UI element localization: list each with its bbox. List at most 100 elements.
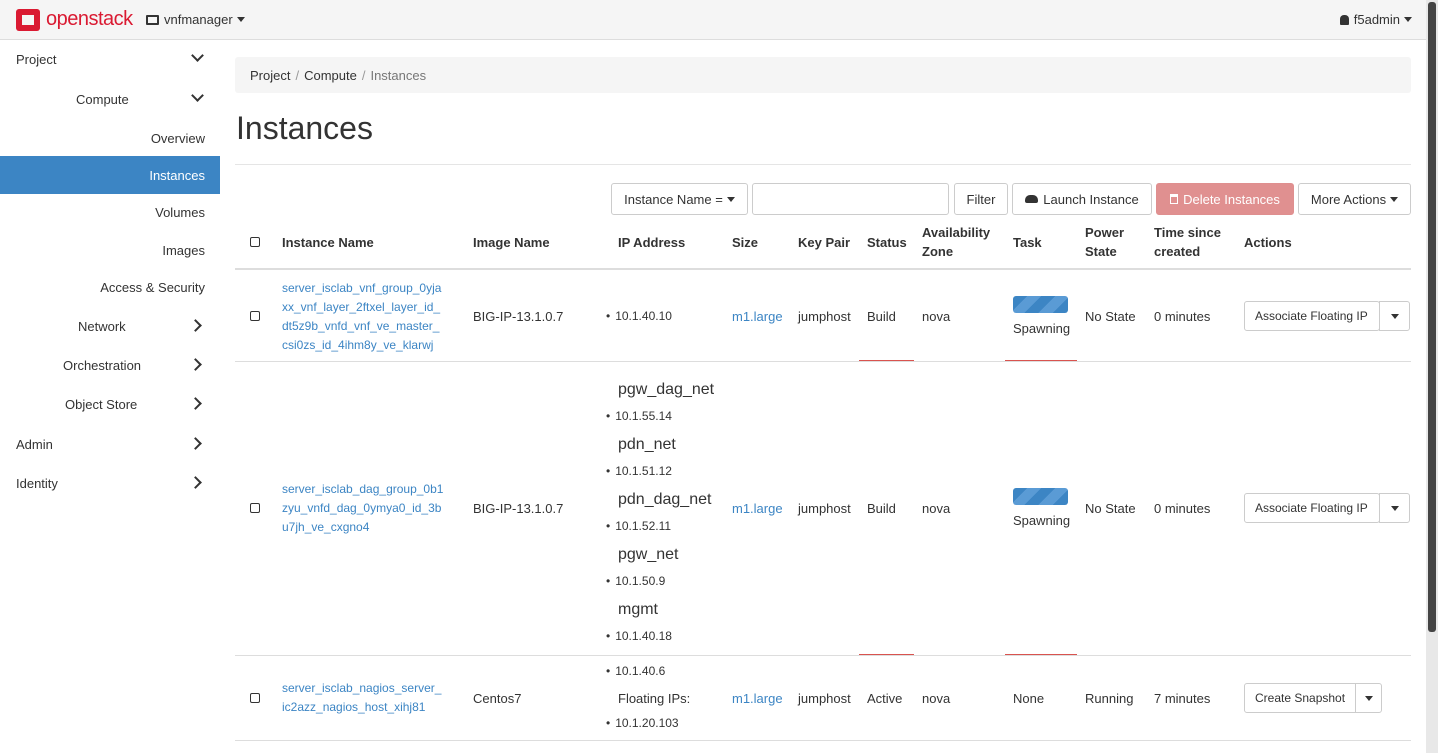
sidebar-item-network[interactable]: Network bbox=[0, 307, 220, 345]
col-header-task[interactable]: Task bbox=[1013, 233, 1042, 252]
col-header-power[interactable]: Power State bbox=[1085, 223, 1124, 261]
select-all-checkbox[interactable] bbox=[250, 237, 260, 247]
sidebar-item-identity[interactable]: Identity bbox=[0, 464, 220, 502]
user-menu[interactable]: f5admin bbox=[1339, 12, 1412, 27]
launch-instance-button[interactable]: Launch Instance bbox=[1012, 183, 1152, 215]
chevron-down-icon bbox=[236, 17, 245, 22]
filter-button-label: Filter bbox=[966, 191, 996, 207]
col-header-image[interactable]: Image Name bbox=[473, 233, 550, 252]
size-link[interactable]: m1.large bbox=[732, 691, 783, 706]
action-button-label: Associate Floating IP bbox=[1255, 501, 1368, 515]
cloud-upload-icon bbox=[1025, 195, 1039, 203]
more-actions-button[interactable]: More Actions bbox=[1298, 183, 1411, 215]
sidebar-item-label: Object Store bbox=[65, 396, 138, 412]
size-link[interactable]: m1.large bbox=[732, 309, 783, 324]
filter-button[interactable]: Filter bbox=[954, 183, 1008, 215]
time-since-created: 7 minutes bbox=[1154, 691, 1211, 706]
status: Build bbox=[867, 501, 896, 516]
power-state: Running bbox=[1085, 691, 1134, 706]
brand-logo-link[interactable]: openstack bbox=[16, 8, 133, 31]
col-header-ip[interactable]: IP Address bbox=[618, 233, 685, 252]
sidebar-item-overview[interactable]: Overview bbox=[0, 119, 220, 157]
instance-name-line: server_isclab_vnf_group_0yja bbox=[282, 281, 442, 295]
sidebar-item-project[interactable]: Project bbox=[0, 40, 220, 78]
task: None bbox=[1013, 691, 1045, 706]
col-header-time[interactable]: Time since created bbox=[1154, 223, 1221, 261]
openstack-logo-icon bbox=[16, 8, 40, 31]
instance-name-line: dt5z9b_vnfd_vnf_ve_master_ bbox=[282, 319, 440, 333]
col-header-zone[interactable]: Availability Zone bbox=[922, 223, 990, 261]
associate-floating-ip-button[interactable]: Associate Floating IP bbox=[1244, 493, 1380, 523]
ip-address-value: 10.1.40.10 bbox=[615, 309, 672, 323]
sidebar-item-admin[interactable]: Admin bbox=[0, 425, 220, 463]
col-header-size[interactable]: Size bbox=[732, 233, 758, 252]
row-checkbox[interactable] bbox=[250, 693, 260, 703]
floating-ip-address: 10.1.20.103 bbox=[606, 716, 679, 730]
sidebar-item-compute[interactable]: Compute bbox=[0, 80, 220, 118]
sidebar-item-images[interactable]: Images bbox=[0, 231, 220, 269]
image-name: BIG-IP-13.1.0.7 bbox=[473, 501, 564, 516]
sidebar-item-orchestration[interactable]: Orchestration bbox=[0, 346, 220, 384]
row-checkbox[interactable] bbox=[250, 311, 260, 321]
breadcrumb-project[interactable]: Project bbox=[250, 68, 290, 83]
sidebar-item-label: Instances bbox=[149, 167, 205, 183]
col-header-name[interactable]: Instance Name bbox=[282, 233, 374, 252]
chevron-down-icon bbox=[1390, 196, 1399, 202]
floating-ips-label: Floating IPs: bbox=[618, 691, 691, 706]
sidebar: Project Compute Overview Instances Volum… bbox=[0, 40, 220, 753]
breadcrumb: Project / Compute / Instances bbox=[235, 57, 1411, 93]
row-actions-dropdown[interactable] bbox=[1379, 493, 1410, 523]
more-actions-label: More Actions bbox=[1310, 191, 1387, 207]
chevron-right-icon bbox=[189, 476, 202, 489]
project-picker[interactable]: vnfmanager bbox=[146, 12, 245, 27]
create-snapshot-button[interactable]: Create Snapshot bbox=[1244, 683, 1358, 713]
row-divider bbox=[235, 361, 1411, 362]
instance-name-link[interactable]: server_isclab_dag_group_0b1 zyu_vnfd_dag… bbox=[282, 480, 462, 537]
sidebar-item-instances[interactable]: Instances bbox=[0, 156, 220, 194]
brand-text: openstack bbox=[46, 8, 133, 30]
task: Spawning bbox=[1013, 321, 1071, 336]
col-header-zone-line1: Availability bbox=[922, 225, 991, 240]
scrollbar-thumb[interactable] bbox=[1428, 2, 1436, 632]
delete-instances-button[interactable]: Delete Instances bbox=[1156, 183, 1294, 215]
row-actions-dropdown[interactable] bbox=[1379, 301, 1410, 331]
instance-name-line: server_isclab_nagios_server_ bbox=[282, 681, 442, 695]
col-header-keypair[interactable]: Key Pair bbox=[798, 233, 850, 252]
size-link[interactable]: m1.large bbox=[732, 501, 783, 516]
chevron-right-icon bbox=[189, 437, 202, 450]
page-scrollbar[interactable] bbox=[1426, 0, 1438, 753]
network-name: pdn_dag_net bbox=[618, 491, 712, 508]
row-checkbox[interactable] bbox=[250, 503, 260, 513]
sidebar-item-access-security[interactable]: Access & Security bbox=[0, 268, 220, 306]
chevron-down-icon bbox=[1390, 505, 1399, 511]
user-menu-label: f5admin bbox=[1353, 12, 1400, 27]
instance-name-link[interactable]: server_isclab_vnf_group_0yja xx_vnf_laye… bbox=[282, 279, 462, 355]
ip-address-value: 10.1.55.14 bbox=[615, 409, 672, 423]
row-actions-dropdown[interactable] bbox=[1355, 683, 1382, 713]
instance-name-line: ic2azz_nagios_host_xihj81 bbox=[282, 700, 426, 714]
associate-floating-ip-button[interactable]: Associate Floating IP bbox=[1244, 301, 1380, 331]
breadcrumb-separator: / bbox=[361, 67, 366, 83]
ip-address-value: 10.1.40.18 bbox=[615, 629, 672, 643]
network-name: pdn_net bbox=[618, 436, 676, 453]
row-divider bbox=[235, 740, 1411, 741]
instance-name-line: xx_vnf_layer_2ftxel_layer_id_ bbox=[282, 300, 441, 314]
table-header-divider bbox=[235, 268, 1411, 270]
breadcrumb-separator: / bbox=[295, 67, 300, 83]
chevron-down-icon bbox=[191, 89, 204, 102]
breadcrumb-compute[interactable]: Compute bbox=[304, 68, 357, 83]
action-button-label: Associate Floating IP bbox=[1255, 309, 1368, 323]
keypair: jumphost bbox=[798, 691, 851, 706]
keypair: jumphost bbox=[798, 501, 851, 516]
image-name: Centos7 bbox=[473, 691, 522, 706]
instance-name-link[interactable]: server_isclab_nagios_server_ ic2azz_nagi… bbox=[282, 679, 462, 717]
filter-input[interactable] bbox=[752, 183, 949, 215]
sidebar-item-label: Project bbox=[16, 51, 57, 67]
sidebar-item-volumes[interactable]: Volumes bbox=[0, 193, 220, 231]
sidebar-item-label: Admin bbox=[16, 436, 53, 452]
col-header-status[interactable]: Status bbox=[867, 233, 907, 252]
chevron-right-icon bbox=[189, 397, 202, 410]
filter-field-select[interactable]: Instance Name = bbox=[611, 183, 748, 215]
sidebar-item-object-store[interactable]: Object Store bbox=[0, 385, 220, 423]
col-header-power-line2: State bbox=[1085, 244, 1117, 259]
